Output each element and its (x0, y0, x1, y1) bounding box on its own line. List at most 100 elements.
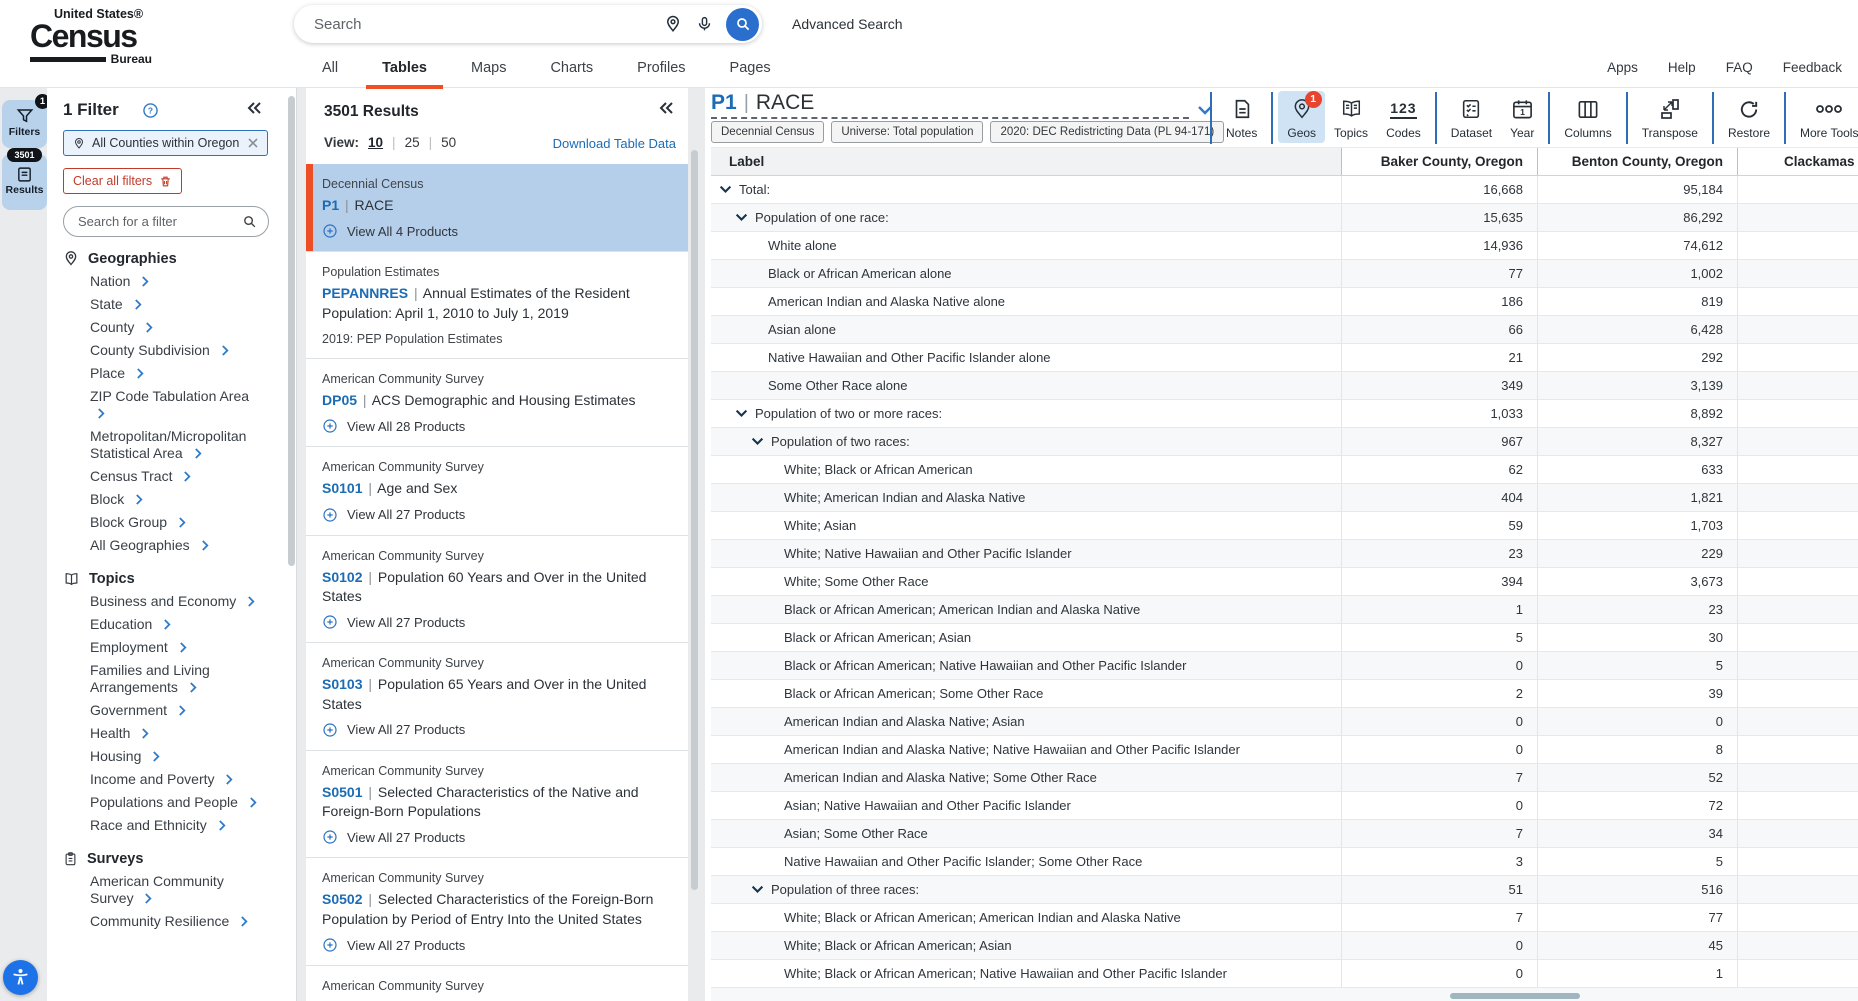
table-row[interactable]: Total:16,66895,184 (711, 176, 1858, 204)
table-row[interactable]: Population of one race:15,63586,292 (711, 204, 1858, 232)
chevron-down-icon[interactable] (751, 437, 764, 446)
table-row[interactable]: Black or African American alone771,002 (711, 260, 1858, 288)
filters-rail-button[interactable]: 1 Filters (2, 100, 47, 148)
filter-item-income-and-poverty[interactable]: Income and Poverty (90, 771, 262, 788)
view-all-products-button[interactable]: View All 27 Products (322, 937, 672, 953)
toolbar-more-tools-button[interactable]: More Tools (1791, 91, 1858, 143)
view-all-products-button[interactable]: View All 27 Products (322, 722, 672, 738)
chevron-down-icon[interactable] (751, 885, 764, 894)
view-option-50[interactable]: 50 (441, 135, 456, 150)
tab-tables[interactable]: Tables (360, 52, 449, 88)
filter-item-block-group[interactable]: Block Group (90, 514, 262, 531)
table-row[interactable]: Population of two races:9678,327 (711, 428, 1858, 456)
tab-pages[interactable]: Pages (708, 52, 793, 88)
filter-item-zip-code-tabulation-area[interactable]: ZIP Code Tabulation Area (90, 388, 262, 422)
table-row[interactable]: American Indian and Alaska Native; Asian… (711, 708, 1858, 736)
view-all-products-button[interactable]: View All 27 Products (322, 829, 672, 845)
view-all-products-button[interactable]: View All 27 Products (322, 614, 672, 630)
table-row[interactable]: Black or African American; American Indi… (711, 596, 1858, 624)
toolbar-notes-button[interactable]: Notes (1217, 91, 1266, 143)
table-row[interactable]: American Indian and Alaska Native alone1… (711, 288, 1858, 316)
table-row[interactable]: American Indian and Alaska Native; Some … (711, 764, 1858, 792)
search-input[interactable] (314, 16, 657, 33)
collapse-results-panel-icon[interactable] (658, 101, 674, 115)
filter-item-place[interactable]: Place (90, 365, 262, 382)
table-row[interactable]: Native Hawaiian and Other Pacific Island… (711, 344, 1858, 372)
tab-maps[interactable]: Maps (449, 52, 528, 88)
table-row[interactable]: Population of three races:51516 (711, 876, 1858, 904)
active-filter-chip[interactable]: All Counties within Oregon (63, 130, 268, 156)
table-row[interactable]: Population of two or more races:1,0338,8… (711, 400, 1858, 428)
filter-item-county[interactable]: County (90, 319, 262, 336)
location-pin-icon[interactable] (664, 15, 682, 33)
filter-item-employment[interactable]: Employment (90, 639, 262, 656)
filter-item-county-subdivision[interactable]: County Subdivision (90, 342, 262, 359)
toolbar-topics-button[interactable]: Topics (1325, 91, 1377, 143)
filter-item-block[interactable]: Block (90, 491, 262, 508)
filter-item-business-and-economy[interactable]: Business and Economy (90, 593, 262, 610)
toolbar-geos-button[interactable]: 1Geos (1278, 91, 1325, 143)
filter-item-housing[interactable]: Housing (90, 748, 262, 765)
advanced-search-link[interactable]: Advanced Search (792, 16, 903, 32)
filter-item-all-geographies[interactable]: All Geographies (90, 537, 262, 554)
table-row[interactable]: White; Black or African American; Americ… (711, 904, 1858, 932)
link-faq[interactable]: FAQ (1726, 60, 1753, 75)
table-row[interactable]: Asian; Native Hawaiian and Other Pacific… (711, 792, 1858, 820)
toolbar-dataset-button[interactable]: Dataset (1442, 91, 1501, 143)
table-row[interactable]: Some Other Race alone3493,139 (711, 372, 1858, 400)
toolbar-year-button[interactable]: 1Year (1501, 91, 1543, 143)
table-row[interactable]: Black or African American; Asian530 (711, 624, 1858, 652)
toolbar-transpose-button[interactable]: Transpose (1633, 91, 1707, 143)
filter-item-populations-and-people[interactable]: Populations and People (90, 794, 262, 811)
table-title[interactable]: P1 | RACE (711, 91, 814, 115)
column-header-clackamas-co[interactable]: Clackamas Co (1737, 148, 1858, 175)
result-card-s0501[interactable]: American Community SurveyS0501 | Selecte… (306, 750, 688, 858)
toolbar-restore-button[interactable]: Restore (1719, 91, 1779, 143)
link-apps[interactable]: Apps (1607, 60, 1638, 75)
result-card-pepannres[interactable]: Population EstimatesPEPANNRES | Annual E… (306, 251, 688, 358)
table-row[interactable]: Black or African American; Some Other Ra… (711, 680, 1858, 708)
toolbar-codes-button[interactable]: 123Codes (1377, 91, 1430, 143)
info-icon[interactable]: ? (143, 103, 158, 118)
census-bureau-logo[interactable]: United States® Census Bureau (30, 7, 152, 66)
table-horizontal-scrollbar[interactable] (1450, 993, 1580, 999)
filter-item-nation[interactable]: Nation (90, 273, 262, 290)
filter-item-families-and-living-arrangements[interactable]: Families and Living Arrangements (90, 662, 262, 696)
table-row[interactable]: White; Some Other Race3943,673 (711, 568, 1858, 596)
collapse-filter-panel-icon[interactable] (246, 101, 262, 115)
result-card-s0103[interactable]: American Community SurveyS0103 | Populat… (306, 642, 688, 750)
view-option-10[interactable]: 10 (368, 135, 383, 150)
accessibility-button[interactable] (3, 960, 38, 995)
result-card-s0502[interactable]: American Community SurveyS0502 | Selecte… (306, 857, 688, 965)
remove-filter-icon[interactable] (248, 138, 258, 148)
table-row[interactable]: Black or African American; Native Hawaii… (711, 652, 1858, 680)
result-card-dp05[interactable]: American Community SurveyDP05 | ACS Demo… (306, 358, 688, 446)
chevron-down-icon[interactable] (719, 185, 732, 194)
tab-all[interactable]: All (300, 52, 360, 88)
result-card-s0503[interactable]: American Community SurveyS0503 | Selecte… (306, 965, 688, 1001)
filter-item-government[interactable]: Government (90, 702, 262, 719)
table-row[interactable]: Asian alone666,428 (711, 316, 1858, 344)
table-row[interactable]: Native Hawaiian and Other Pacific Island… (711, 848, 1858, 876)
results-rail-button[interactable]: 3501 Results (2, 154, 47, 210)
table-row[interactable]: White; Asian591,703 (711, 512, 1858, 540)
table-row[interactable]: American Indian and Alaska Native; Nativ… (711, 736, 1858, 764)
view-all-products-button[interactable]: View All 4 Products (322, 223, 672, 239)
table-row[interactable]: White; Native Hawaiian and Other Pacific… (711, 540, 1858, 568)
filter-item-health[interactable]: Health (90, 725, 262, 742)
table-row[interactable]: White; Black or African American62633 (711, 456, 1858, 484)
toolbar-columns-button[interactable]: Columns (1555, 91, 1620, 143)
view-option-25[interactable]: 25 (405, 135, 420, 150)
table-row[interactable]: White; Black or African American; Asian0… (711, 932, 1858, 960)
filter-search-input[interactable] (63, 206, 269, 237)
search-button[interactable] (726, 8, 759, 41)
column-header-baker-county-oregon[interactable]: Baker County, Oregon (1341, 148, 1537, 175)
filter-item-community-resilience[interactable]: Community Resilience (90, 913, 262, 930)
table-row[interactable]: White alone14,93674,612 (711, 232, 1858, 260)
filter-panel-scrollbar[interactable] (288, 96, 295, 566)
tab-charts[interactable]: Charts (528, 52, 615, 88)
link-help[interactable]: Help (1668, 60, 1696, 75)
results-panel-scrollbar[interactable] (691, 150, 698, 890)
column-header-benton-county-oregon[interactable]: Benton County, Oregon (1537, 148, 1737, 175)
link-feedback[interactable]: Feedback (1783, 60, 1842, 75)
